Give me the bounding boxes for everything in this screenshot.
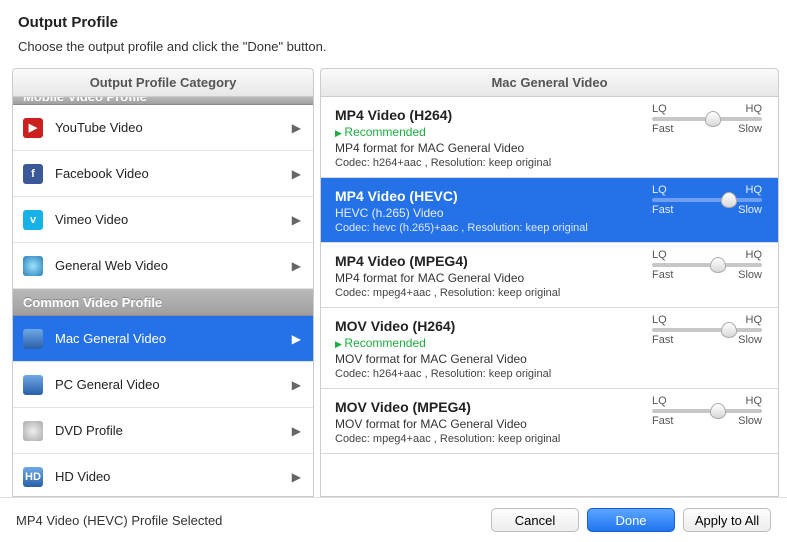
facebook-icon: f — [23, 164, 43, 184]
category-item-label: YouTube Video — [55, 120, 143, 135]
chevron-right-icon: ▶ — [292, 167, 301, 181]
pc-general-icon — [23, 375, 43, 395]
lq-label: LQ — [652, 103, 667, 115]
profile-codec: Codec: h264+aac , Resolution: keep origi… — [335, 368, 764, 380]
lq-label: LQ — [652, 395, 667, 407]
slider-knob[interactable] — [710, 403, 726, 419]
chevron-right-icon: ▶ — [292, 213, 301, 227]
dvd-icon — [23, 421, 43, 441]
profile-codec: Codec: mpeg4+aac , Resolution: keep orig… — [335, 433, 764, 445]
hq-label: HQ — [746, 249, 763, 261]
category-item-label: DVD Profile — [55, 423, 123, 438]
category-item-mac-general[interactable]: Mac General Video ▶ — [13, 316, 313, 362]
slow-label: Slow — [738, 123, 762, 135]
category-item-general-web[interactable]: General Web Video ▶ — [13, 243, 313, 289]
chevron-right-icon: ▶ — [292, 378, 301, 392]
slider-track[interactable] — [652, 117, 762, 121]
hq-label: HQ — [746, 103, 763, 115]
slider-track[interactable] — [652, 409, 762, 413]
category-item-pc-general[interactable]: PC General Video ▶ — [13, 362, 313, 408]
lq-label: LQ — [652, 314, 667, 326]
general-web-icon — [23, 256, 43, 276]
category-list[interactable]: Mobile Video Profile ▶ YouTube Video ▶ f Face… — [12, 97, 314, 497]
category-item-label: HD Video — [55, 469, 110, 484]
slow-label: Slow — [738, 269, 762, 281]
page-subtitle: Choose the output profile and click the … — [18, 39, 769, 54]
vimeo-icon: v — [23, 210, 43, 230]
fast-label: Fast — [652, 415, 673, 427]
category-item-hd[interactable]: HD HD Video ▶ — [13, 454, 313, 497]
quality-slider[interactable]: LQ HQ Fast Slow — [652, 103, 762, 135]
category-item-youtube[interactable]: ▶ YouTube Video ▶ — [13, 105, 313, 151]
hq-label: HQ — [746, 314, 763, 326]
profile-desc: MOV format for MAC General Video — [335, 352, 764, 366]
page-title: Output Profile — [18, 14, 769, 31]
profile-mov-h264[interactable]: MOV Video (H264)RecommendedMOV format fo… — [321, 308, 778, 389]
profile-codec: Codec: mpeg4+aac , Resolution: keep orig… — [335, 287, 764, 299]
category-item-label: Vimeo Video — [55, 212, 128, 227]
fast-label: Fast — [652, 123, 673, 135]
category-item-facebook[interactable]: f Facebook Video ▶ — [13, 151, 313, 197]
quality-slider[interactable]: LQ HQ Fast Slow — [652, 314, 762, 346]
apply-all-button[interactable]: Apply to All — [683, 508, 771, 532]
hq-label: HQ — [746, 184, 763, 196]
slow-label: Slow — [738, 334, 762, 346]
category-section-header: Mobile Video Profile — [13, 97, 313, 105]
fast-label: Fast — [652, 269, 673, 281]
quality-slider[interactable]: LQ HQ Fast Slow — [652, 249, 762, 281]
chevron-right-icon: ▶ — [292, 259, 301, 273]
profile-desc: MP4 format for MAC General Video — [335, 141, 764, 155]
fast-label: Fast — [652, 334, 673, 346]
slider-track[interactable] — [652, 328, 762, 332]
category-item-label: Facebook Video — [55, 166, 149, 181]
profile-codec: Codec: h264+aac , Resolution: keep origi… — [335, 157, 764, 169]
category-item-label: PC General Video — [55, 377, 160, 392]
category-item-vimeo[interactable]: v Vimeo Video ▶ — [13, 197, 313, 243]
quality-slider[interactable]: LQ HQ Fast Slow — [652, 395, 762, 427]
category-item-label: General Web Video — [55, 258, 168, 273]
cancel-button[interactable]: Cancel — [491, 508, 579, 532]
chevron-right-icon: ▶ — [292, 121, 301, 135]
profile-mp4-mpeg4[interactable]: MP4 Video (MPEG4)MP4 format for MAC Gene… — [321, 243, 778, 308]
category-item-label: Mac General Video — [55, 331, 166, 346]
done-button[interactable]: Done — [587, 508, 675, 532]
profile-list[interactable]: MP4 Video (H264)RecommendedMP4 format fo… — [320, 97, 779, 497]
lq-label: LQ — [652, 184, 667, 196]
category-item-dvd[interactable]: DVD Profile ▶ — [13, 408, 313, 454]
slow-label: Slow — [738, 415, 762, 427]
right-column-header: Mac General Video — [320, 68, 779, 97]
lq-label: LQ — [652, 249, 667, 261]
youtube-icon: ▶ — [23, 118, 43, 138]
slider-track[interactable] — [652, 263, 762, 267]
mac-general-icon — [23, 329, 43, 349]
chevron-right-icon: ▶ — [292, 332, 301, 346]
hd-icon: HD — [23, 467, 43, 487]
slider-knob[interactable] — [721, 192, 737, 208]
category-section-header: Common Video Profile — [13, 289, 313, 316]
status-text: MP4 Video (HEVC) Profile Selected — [16, 513, 222, 528]
slider-knob[interactable] — [705, 111, 721, 127]
fast-label: Fast — [652, 204, 673, 216]
chevron-right-icon: ▶ — [292, 424, 301, 438]
hq-label: HQ — [746, 395, 763, 407]
slider-track[interactable] — [652, 198, 762, 202]
left-column-header: Output Profile Category — [12, 68, 314, 97]
profile-mp4-hevc[interactable]: MP4 Video (HEVC)HEVC (h.265) VideoCodec:… — [321, 178, 778, 243]
slider-knob[interactable] — [710, 257, 726, 273]
slow-label: Slow — [738, 204, 762, 216]
profile-mp4-h264[interactable]: MP4 Video (H264)RecommendedMP4 format fo… — [321, 97, 778, 178]
profile-mov-mpeg4[interactable]: MOV Video (MPEG4)MOV format for MAC Gene… — [321, 389, 778, 454]
quality-slider[interactable]: LQ HQ Fast Slow — [652, 184, 762, 216]
profile-codec: Codec: hevc (h.265)+aac , Resolution: ke… — [335, 222, 764, 234]
chevron-right-icon: ▶ — [292, 470, 301, 484]
slider-knob[interactable] — [721, 322, 737, 338]
